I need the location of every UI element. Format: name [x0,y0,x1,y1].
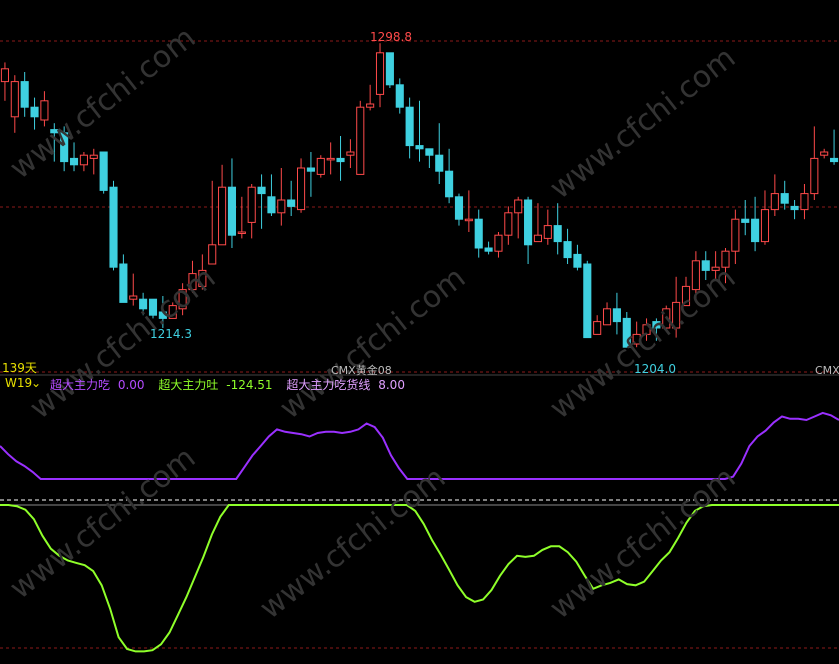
candle-body [474,218,483,249]
legend-value: 8.00 [378,378,405,392]
indicator-legend-bar: W19 ⌄ 超大主力吃 0.00 超大主力吐 -124.51 超大主力吃货线 8… [0,376,839,392]
candle-body [277,199,286,214]
candle-body [751,218,760,243]
candle-body [296,167,306,211]
candle-body [99,151,108,191]
candle-body [336,157,345,163]
candle-body [464,218,473,222]
candle-body [89,154,98,159]
candle-body [356,106,365,175]
indicator-legend: 超大主力吃 0.00 超大主力吐 -124.51 超大主力吃货线 8.00 [50,376,409,393]
candle-body [543,225,552,239]
candle-body [484,247,493,252]
candle-body [0,68,9,83]
candle-body [79,154,88,166]
chevron-down-icon[interactable]: ⌄ [31,376,41,390]
candle-body [741,218,750,223]
candle-body [218,186,227,246]
watermarks: www.cfchi.com www.cfchi.com www.cfchi.com w… [3,20,742,626]
candle-body [40,100,49,121]
chart-canvas[interactable]: www.cfchi.com www.cfchi.com www.cfchi.com w… [0,0,839,664]
candle-body [129,295,138,300]
watermark-text: www.cfchi.com [3,440,202,606]
candle-body [366,103,375,108]
candle-body [800,193,809,211]
indicator-panel [0,411,839,653]
candle-body [287,199,296,207]
candle-body [780,193,789,204]
watermark-text: www.cfchi.com [253,460,452,626]
candle-body [533,234,543,243]
candle-body [563,241,572,259]
candle-body [454,196,464,220]
candle-body [514,199,523,214]
candle-body [208,244,217,265]
candle-body [316,157,325,175]
candle-body [10,81,19,118]
watermark-text: www.cfchi.com [273,260,472,426]
legend-label: 超大主力吃货线 [286,378,371,392]
candle-body [770,193,779,211]
candle-body [820,151,829,156]
candle-body [109,186,118,268]
candle-body [425,148,434,156]
legend-label: 超大主力吐 [158,378,219,392]
candle-body [553,225,562,243]
candle-body [435,154,444,172]
watermark-text: www.cfchi.com [543,260,742,426]
candle-body [306,167,315,172]
candle-body [395,84,404,108]
candle-body [237,231,246,234]
legend-label: 超大主力吃 [50,378,111,392]
indicator-name[interactable]: W19 [5,376,32,390]
candle-body [830,157,839,163]
candle-body [30,106,39,118]
period-days-label: 139天 [2,361,37,375]
candle-body [494,234,503,252]
candle-body [583,263,592,339]
candle-body [247,186,256,223]
candle-body [385,52,394,86]
candle-body [504,212,513,236]
candle-body [810,157,819,195]
candle-body [346,151,355,156]
legend-value: -124.51 [226,378,273,392]
candle-body [760,209,770,243]
candle-body [415,145,424,150]
price-low-label: 1204.0 [634,362,676,376]
candle-body [119,263,128,303]
candle-body [445,170,454,198]
candle-body [405,106,414,147]
candle-body [257,186,266,195]
candle-body [326,157,335,161]
candle-body [593,321,602,335]
candle-body [267,196,276,214]
legend-value: 0.00 [117,378,145,392]
candle-body [612,308,621,323]
price-high-label: 1298.8 [370,30,412,44]
watermark-text: www.cfchi.com [543,40,742,206]
candle-body [20,81,29,108]
candle-body [375,52,385,95]
candle-body [573,253,582,268]
watermark-text: www.cfchi.com [543,460,742,626]
candle-body [227,186,237,236]
candle-body [69,157,79,166]
candle-body [731,218,740,252]
candle-body [602,308,612,326]
candle-body [524,199,533,246]
candle-body [790,205,799,211]
price-low-label: 1214.3 [150,327,192,341]
